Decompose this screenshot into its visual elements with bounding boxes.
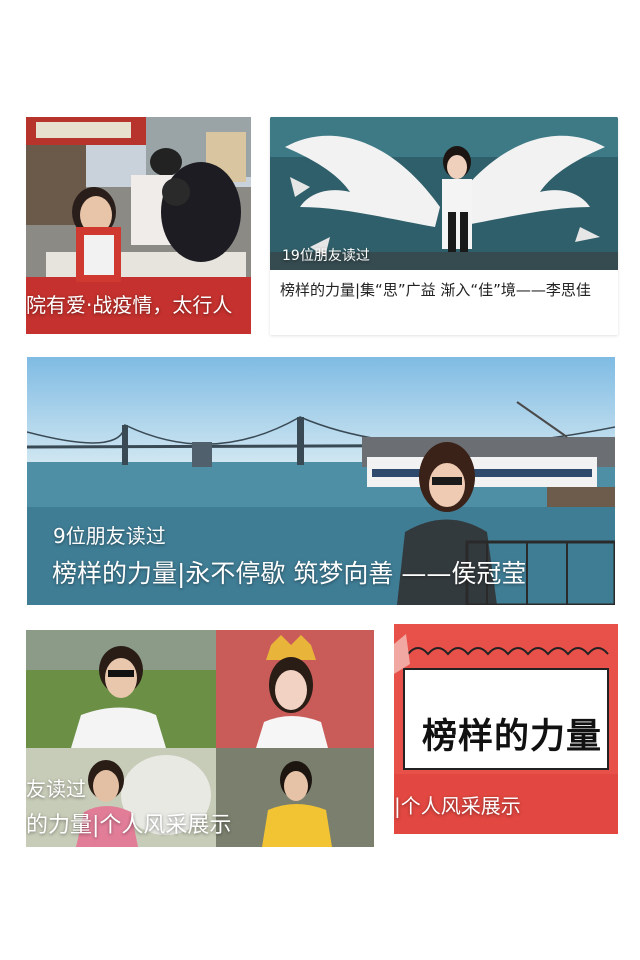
- reader-count: 9位朋友读过: [53, 524, 166, 548]
- article-title: 榜样的力量|永不停歇 筑梦向善 ——侯冠莹: [52, 559, 527, 588]
- poster-heading: 榜样的力量: [422, 717, 603, 757]
- article-card-angel-wings[interactable]: 19位朋友读过 榜样的力量|集“思”广益 渐入“佳”境——李思佳: [270, 117, 618, 335]
- article-title: |个人风采展示: [394, 794, 521, 818]
- article-title: 的力量|个人风采展示: [26, 813, 232, 838]
- article-card-role-model-poster[interactable]: 榜样的力量 |个人风采展示: [394, 624, 618, 834]
- article-card-bridge[interactable]: 9位朋友读过 榜样的力量|永不停歇 筑梦向善 ——侯冠莹: [27, 357, 615, 605]
- article-title: 榜样的力量|集“思”广益 渐入“佳”境——李思佳: [280, 281, 591, 299]
- article-card-collage[interactable]: 友读过 的力量|个人风采展示: [26, 630, 374, 847]
- article-card-volunteers[interactable]: 院有爱·战疫情，太行人: [26, 117, 251, 334]
- article-title: 院有爱·战疫情，太行人: [26, 293, 233, 317]
- reader-count: 19位朋友读过: [282, 248, 370, 264]
- reader-count: 友读过: [26, 777, 86, 801]
- article-thumbnail: 19位朋友读过: [270, 117, 618, 270]
